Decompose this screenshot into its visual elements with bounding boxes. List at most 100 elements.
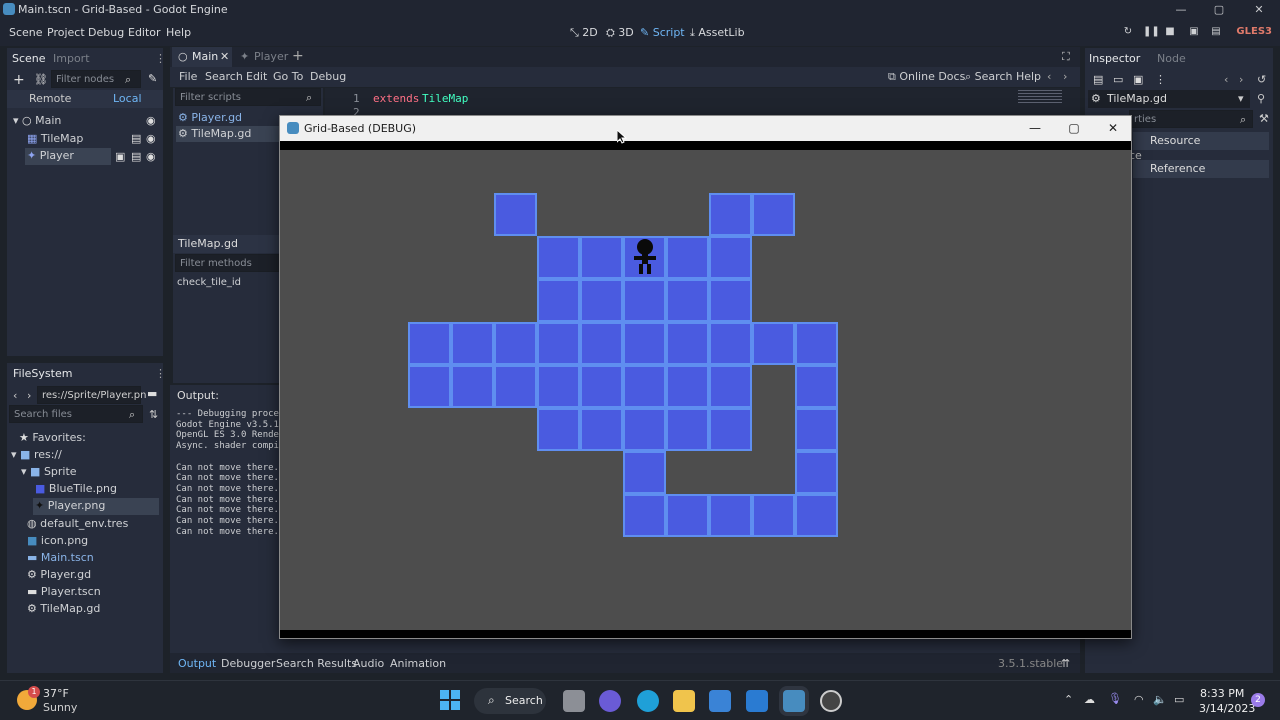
script-menu-debug[interactable]: Debug [310, 70, 346, 83]
instance-icon[interactable]: ▣ [115, 150, 125, 163]
resource-selector[interactable]: ⚙ TileMap.gd ▾ [1088, 90, 1250, 108]
menu-help[interactable]: Help [166, 26, 191, 39]
reload-icon[interactable]: ↻ [1122, 26, 1134, 38]
close-button[interactable]: ✕ [1240, 0, 1278, 19]
mode-assetlib[interactable]: ⤓ AssetLib [690, 26, 745, 40]
game-close-button[interactable]: ✕ [1098, 120, 1128, 136]
game-maximize-button[interactable]: ▢ [1059, 120, 1089, 136]
file-icon-png[interactable]: ■ icon.png [27, 534, 88, 547]
clock-date[interactable]: 3/14/2023 [1199, 702, 1255, 715]
link-icon[interactable]: ⛓ [34, 73, 48, 86]
obs-icon[interactable] [820, 690, 842, 712]
start-button[interactable] [440, 690, 460, 710]
volume-icon[interactable]: 🔈 [1153, 693, 1167, 706]
file-player-gd[interactable]: ⚙ Player.gd [27, 568, 91, 581]
bottom-tab-debugger[interactable]: Debugger [221, 657, 275, 670]
tab-scene[interactable]: Scene [12, 52, 46, 65]
game-canvas[interactable] [280, 150, 1131, 630]
menu-debug[interactable]: Debug [88, 26, 124, 39]
bottom-tab-audio[interactable]: Audio [353, 657, 384, 670]
script-menu-search[interactable]: Search [205, 70, 243, 83]
notification-badge[interactable]: 2 [1251, 693, 1265, 707]
microphone-icon[interactable]: 🎙 [1108, 692, 1122, 705]
pin-icon[interactable]: ⇈ [1061, 657, 1070, 670]
search-help-link[interactable]: ⌕ Search Help [965, 70, 1041, 84]
wifi-icon[interactable]: ◠ [1134, 693, 1144, 706]
dock-menu-icon[interactable]: ⋮ [155, 52, 166, 65]
visibility-icon[interactable]: ◉ [146, 132, 156, 145]
maximize-button[interactable]: ▢ [1200, 0, 1238, 19]
online-docs-link[interactable]: ⧉ Online Docs [888, 70, 965, 84]
battery-icon[interactable]: ▭ [1174, 693, 1184, 706]
save-icon[interactable]: ▣ [1133, 73, 1143, 86]
search-files-input[interactable]: Search files [9, 405, 143, 423]
favorites-item[interactable]: ★ Favorites: [19, 431, 86, 444]
renderer-label[interactable]: GLES3 [1236, 26, 1272, 37]
path-field[interactable]: res://Sprite/Player.pn [37, 386, 146, 404]
remote-button[interactable]: Remote [29, 92, 71, 105]
script-attach-icon[interactable]: ✎ [148, 72, 157, 85]
minimize-button[interactable]: — [1162, 0, 1200, 19]
teams-icon[interactable] [599, 690, 621, 712]
script-icon[interactable]: ▤ [131, 132, 141, 145]
tab-inspector[interactable]: Inspector [1089, 52, 1140, 65]
history-forward-icon[interactable]: › [1239, 73, 1243, 86]
edge-icon[interactable] [637, 690, 659, 712]
local-button[interactable]: Local [113, 92, 142, 105]
script-icon[interactable]: ▤ [131, 150, 141, 163]
code-minimap[interactable] [1018, 90, 1062, 104]
menu-scene[interactable]: Scene [9, 26, 43, 39]
reference-button[interactable]: Reference [1133, 160, 1269, 178]
stop-icon[interactable]: ■ [1164, 26, 1176, 38]
node-main[interactable]: ▾ ○ Main [13, 114, 61, 127]
godot-taskbar-icon[interactable] [783, 690, 805, 712]
mail-icon[interactable] [746, 690, 768, 712]
play-scene-icon[interactable]: ▣ [1188, 26, 1200, 38]
folder-sprite[interactable]: ▾ ■ Sprite [21, 465, 77, 478]
file-player-tscn[interactable]: ▬ Player.tscn [27, 585, 101, 598]
filter-scripts-input[interactable]: Filter scripts [175, 88, 321, 106]
prev-script-icon[interactable]: ‹ [1047, 70, 1051, 83]
file-bluetile[interactable]: ■ BlueTile.png [35, 482, 117, 495]
node-tilemap[interactable]: ▦ TileMap [27, 132, 83, 145]
resource-button[interactable]: Resource [1133, 132, 1269, 150]
task-view-icon[interactable] [563, 690, 585, 712]
back-icon[interactable]: ‹ [13, 389, 17, 402]
mode-3d[interactable]: ⛭ 3D [606, 26, 634, 40]
file-explorer-icon[interactable] [673, 690, 695, 712]
script-menu-edit[interactable]: Edit [246, 70, 267, 83]
dock-menu-icon[interactable]: ⋮ [155, 367, 166, 380]
mode-2d[interactable]: ⤡ 2D [570, 26, 598, 40]
cloud-icon[interactable]: ☁ [1084, 693, 1095, 706]
script-item-player[interactable]: ⚙ Player.gd [178, 111, 242, 124]
forward-icon[interactable]: › [27, 389, 31, 402]
taskbar-search[interactable]: ⌕ Search [474, 688, 546, 714]
pause-icon[interactable]: ❚❚ [1143, 26, 1160, 38]
node-player[interactable]: ✦ Player [25, 148, 111, 165]
script-menu-file[interactable]: File [179, 70, 197, 83]
split-view-icon[interactable]: ▬ [147, 387, 157, 400]
tab-import[interactable]: Import [53, 52, 90, 65]
game-minimize-button[interactable]: — [1020, 120, 1050, 136]
bottom-tab-animation[interactable]: Animation [390, 657, 446, 670]
script-menu-goto[interactable]: Go To [273, 70, 303, 83]
play-custom-icon[interactable]: ▤ [1210, 26, 1222, 38]
add-node-icon[interactable]: + [13, 72, 25, 88]
file-player-png[interactable]: ✦ Player.png [33, 498, 159, 515]
menu-editor[interactable]: Editor [128, 26, 161, 39]
file-default-env[interactable]: ◍ default_env.tres [27, 517, 128, 530]
clock-time[interactable]: 8:33 PM [1200, 687, 1244, 700]
tools-icon[interactable]: ⚒ [1259, 112, 1269, 125]
chevron-up-icon[interactable]: ⌃ [1064, 693, 1073, 706]
bottom-tab-search-results[interactable]: Search Results [276, 657, 357, 670]
game-debug-window[interactable]: Grid-Based (DEBUG) — ▢ ✕ [279, 115, 1132, 639]
visibility-icon[interactable]: ◉ [146, 114, 156, 127]
close-tab-icon[interactable]: ✕ [220, 50, 229, 63]
history-back-icon[interactable]: ‹ [1224, 73, 1228, 86]
script-item-tilemap[interactable]: ⚙ TileMap.gd [176, 126, 286, 142]
mode-script[interactable]: ✎ Script [640, 26, 685, 39]
store-icon[interactable] [709, 690, 731, 712]
fullscreen-icon[interactable]: ⛶ [1062, 50, 1070, 64]
tab-node[interactable]: Node [1157, 52, 1186, 65]
more-icon[interactable]: ⋮ [1155, 73, 1166, 86]
